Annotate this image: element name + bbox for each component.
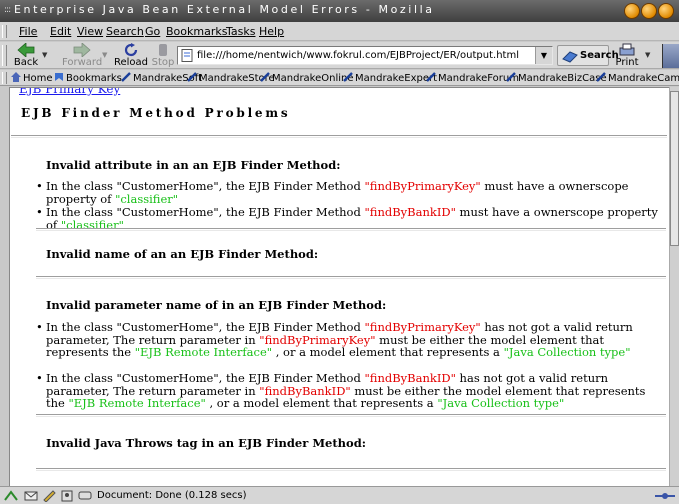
section-divider xyxy=(36,414,666,417)
property-value: "EJB Remote Interface" xyxy=(68,396,206,410)
mandrake-star-icon xyxy=(260,72,270,82)
stop-button[interactable]: Stop xyxy=(150,42,176,69)
composer-icon[interactable] xyxy=(42,490,56,502)
forward-history-dropdown[interactable]: ▼ xyxy=(102,51,107,59)
home-icon xyxy=(11,72,21,82)
bookmarks-toolbar: Home Bookmarks MandrakeSoft MandrakeStor… xyxy=(0,70,679,86)
back-label: Back xyxy=(13,57,39,68)
menu-edit[interactable]: Edit xyxy=(50,25,71,38)
method-name: "findByPrimaryKey" xyxy=(364,179,481,193)
forward-arrow-icon xyxy=(73,43,91,57)
bookmark-mandrakeexpert[interactable]: MandrakeExpert xyxy=(343,72,437,84)
reload-label: Reload xyxy=(113,57,149,68)
status-text: Document: Done (0.128 secs) xyxy=(97,490,247,501)
heading-divider xyxy=(11,135,667,138)
page-content: EJB Primary Key EJB Finder Method Proble… xyxy=(9,87,669,486)
bmbar-grip[interactable] xyxy=(2,72,7,84)
close-button[interactable] xyxy=(658,3,674,19)
list-item: • In the class "CustomerHome", the EJB Fi… xyxy=(36,180,664,205)
page-icon xyxy=(181,49,193,62)
forward-button[interactable]: Forward xyxy=(62,42,102,69)
bookmark-icon xyxy=(55,73,63,81)
bookmark-mandrakebizcase[interactable]: MandrakeBizCase xyxy=(506,72,607,84)
property-value: "classifier" xyxy=(115,191,179,206)
window-title: Enterprise Java Bean External Model Erro… xyxy=(14,3,435,16)
navigator-icon[interactable] xyxy=(4,490,18,502)
url-dropdown[interactable]: ▼ xyxy=(535,47,552,64)
minimize-button[interactable] xyxy=(624,3,640,19)
print-dropdown[interactable]: ▼ xyxy=(645,51,650,59)
stop-icon xyxy=(159,44,167,56)
back-button[interactable]: Back xyxy=(10,42,42,69)
list-item-text: In the class "CustomerHome", the EJB Fin… xyxy=(46,372,664,410)
back-history-dropdown[interactable]: ▼ xyxy=(42,51,47,59)
menu-file[interactable]: File xyxy=(19,25,37,38)
forward-label: Forward xyxy=(62,57,103,68)
section-divider xyxy=(36,228,666,231)
menu-go[interactable]: Go xyxy=(145,25,160,38)
message-text: , or a model element that represents a xyxy=(272,345,504,359)
property-value: "EJB Remote Interface" xyxy=(134,345,273,359)
print-icon xyxy=(619,43,635,56)
status-bar: Document: Done (0.128 secs) xyxy=(0,486,679,504)
menu-help[interactable]: Help xyxy=(259,25,284,38)
print-label: Print xyxy=(615,57,639,68)
titlebar-grip: ::: xyxy=(4,5,11,15)
list-item-text: In the class "CustomerHome", the EJB Fin… xyxy=(46,180,664,205)
window-titlebar[interactable]: ::: Enterprise Java Bean External Model … xyxy=(0,0,679,22)
menu-tasks[interactable]: Tasks xyxy=(226,25,255,38)
property-value: "Java Collection type" xyxy=(437,396,565,410)
back-arrow-icon xyxy=(17,43,35,57)
bookmark-bookmarks[interactable]: Bookmarks xyxy=(54,72,122,84)
irc-icon[interactable] xyxy=(78,490,92,502)
reload-button[interactable]: Reload xyxy=(112,42,150,69)
property-value: "Java Collection type" xyxy=(503,345,631,359)
bookmark-mandrakeonline[interactable]: MandrakeOnline xyxy=(260,72,354,84)
section-title-invalid-parameter: Invalid parameter name of in an EJB Find… xyxy=(46,298,387,312)
menu-search[interactable]: Search xyxy=(106,25,144,38)
url-input[interactable] xyxy=(197,48,527,63)
section-title-invalid-name: Invalid name of an an EJB Finder Method: xyxy=(46,247,319,261)
throbber-logo[interactable] xyxy=(662,44,679,68)
section-title-invalid-attribute: Invalid attribute in an an EJB Finder Me… xyxy=(46,158,341,172)
list-item-text: In the class "CustomerHome", the EJB Fin… xyxy=(46,321,664,359)
section-divider xyxy=(36,276,666,279)
mandrake-star-icon xyxy=(596,72,606,82)
address-book-icon[interactable] xyxy=(60,490,74,502)
menu-bookmarks[interactable]: Bookmarks xyxy=(166,25,227,38)
menu-view[interactable]: View xyxy=(77,25,103,38)
navigation-toolbar: Back ▼ Forward ▼ Reload Stop ▼ Search xyxy=(0,42,679,69)
ejb-primary-key-link[interactable]: EJB Primary Key xyxy=(19,88,120,96)
vertical-scrollbar[interactable] xyxy=(669,87,679,486)
mandrake-star-icon xyxy=(187,72,197,82)
search-icon xyxy=(562,51,578,63)
mandrake-star-icon xyxy=(121,72,131,82)
section-divider xyxy=(36,468,666,471)
url-bar[interactable]: ▼ xyxy=(177,46,553,65)
method-name: "findByBankID" xyxy=(364,205,456,219)
search-button[interactable]: Search xyxy=(557,45,619,66)
menu-bar: File Edit View Search Go Bookmarks Tasks… xyxy=(0,22,679,41)
bookmark-mandrakecampus[interactable]: MandrakeCampus xyxy=(596,72,679,84)
section-title-invalid-throws: Invalid Java Throws tag in an EJB Finder… xyxy=(46,436,366,450)
list-item: • In the class "CustomerHome", the EJB Fi… xyxy=(36,321,664,359)
reload-icon xyxy=(124,43,138,57)
mandrake-star-icon xyxy=(426,72,436,82)
print-button[interactable]: Print xyxy=(612,42,642,69)
bookmark-home[interactable]: Home xyxy=(11,72,53,84)
page-heading: EJB Finder Method Problems xyxy=(21,106,291,120)
stop-label: Stop xyxy=(151,57,175,68)
menubar-grip[interactable] xyxy=(2,25,7,38)
security-icon[interactable] xyxy=(655,490,675,502)
message-text: , or a model element that represents a xyxy=(205,396,438,410)
list-item: • In the class "CustomerHome", the EJB Fi… xyxy=(36,372,664,410)
mail-icon[interactable] xyxy=(24,490,38,502)
navbar-grip[interactable] xyxy=(2,45,7,66)
scrollbar-thumb[interactable] xyxy=(670,91,679,246)
mandrake-star-icon xyxy=(506,72,516,82)
maximize-button[interactable] xyxy=(641,3,657,19)
mandrake-star-icon xyxy=(343,72,353,82)
